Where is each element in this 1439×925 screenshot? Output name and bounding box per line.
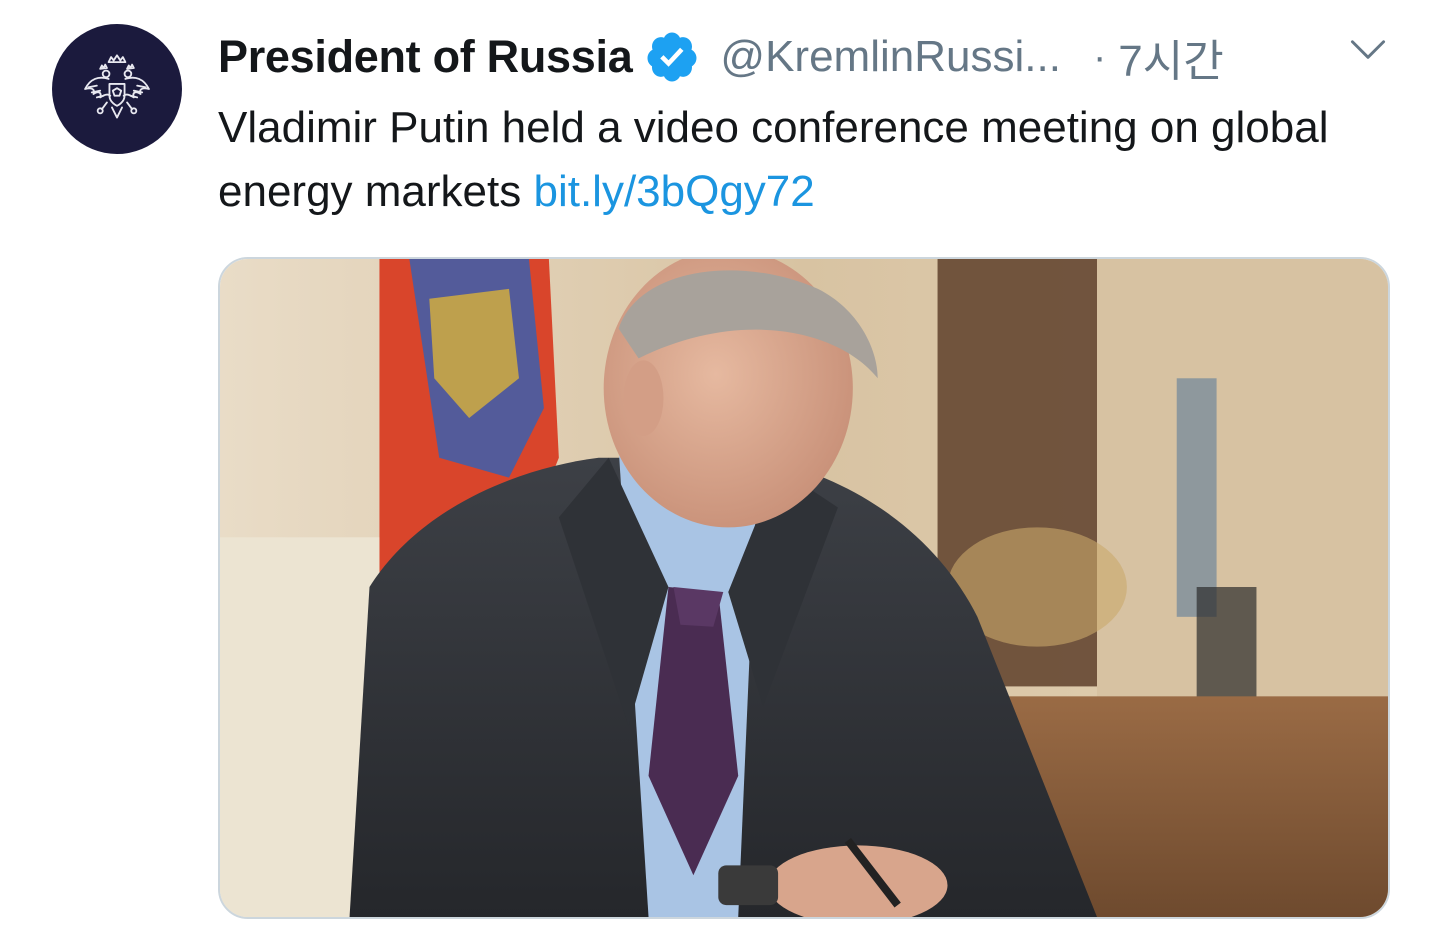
- verified-badge-icon: [644, 29, 700, 85]
- tweet-header: President of Russia @KremlinRussi... · 7…: [218, 24, 1224, 90]
- tweet-text: Vladimir Putin held a video conference m…: [218, 96, 1398, 224]
- separator-dot: ·: [1092, 34, 1107, 79]
- user-handle[interactable]: @KremlinRussi...: [720, 32, 1061, 82]
- timestamp[interactable]: 7시간: [1118, 25, 1223, 89]
- display-name[interactable]: President of Russia: [218, 31, 633, 83]
- chevron-down-icon: [1350, 40, 1386, 59]
- avatar[interactable]: [52, 24, 182, 154]
- tweet-menu-button[interactable]: [1342, 30, 1394, 70]
- coat-of-arms-icon: [84, 54, 150, 119]
- tweet-link[interactable]: bit.ly/3bQgy72: [533, 167, 814, 216]
- tweet-photo[interactable]: [218, 257, 1390, 919]
- tweet-card[interactable]: President of Russia @KremlinRussi... · 7…: [0, 0, 1439, 925]
- photo-image: [220, 259, 1388, 917]
